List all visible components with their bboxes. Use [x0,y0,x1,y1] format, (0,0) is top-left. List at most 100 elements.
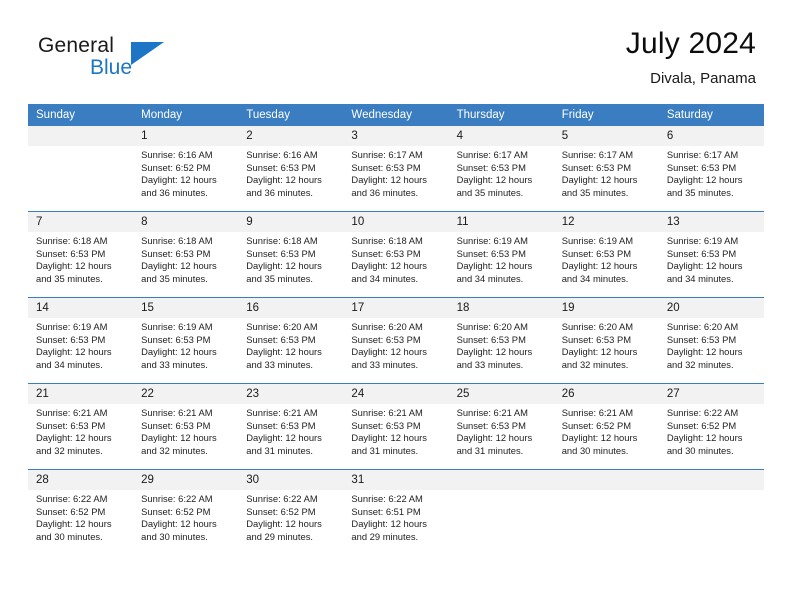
calendar-day[interactable]: 25 Sunrise: 6:21 AM Sunset: 6:53 PM Dayligh… [448,384,554,469]
sunset-time: Sunset: 6:53 PM [246,419,316,431]
calendar-cell: 27 Sunrise: 6:22 AM Sunset: 6:52 PM Dayligh… [658,383,764,470]
sunset-time: Sunset: 6:53 PM [141,247,211,259]
sunset-time: Sunset: 6:53 PM [141,333,211,345]
sunrise-time: Sunrise: 6:22 AM [141,493,213,504]
calendar-cell: 14 Sunrise: 6:19 AM Sunset: 6:53 PM Dayligh… [28,297,134,384]
sunset-time: Sunset: 6:52 PM [36,505,106,517]
sunset-time: Sunset: 6:53 PM [561,247,632,259]
daylight-duration-line2: and 35 minutes. [246,272,313,284]
calendar-day[interactable]: 29 Sunrise: 6:22 AM Sunset: 6:52 PM Dayligh… [133,470,239,555]
sunrise-time: Sunrise: 6:16 AM [246,149,318,160]
calendar-day[interactable]: 9 Sunrise: 6:18 AM Sunset: 6:53 PM Daylight… [238,212,344,297]
calendar-cell: 24 Sunrise: 6:21 AM Sunset: 6:53 PM Dayligh… [343,383,449,470]
sunset-time: Sunset: 6:52 PM [141,505,211,517]
calendar-day[interactable]: 17 Sunrise: 6:20 AM Sunset: 6:53 PM Dayligh… [343,298,449,383]
calendar-day[interactable]: 13 Sunrise: 6:19 AM Sunset: 6:53 PM Dayligh… [658,212,764,297]
daylight-duration-line2: and 32 minutes. [36,444,103,456]
calendar-day[interactable]: 11 Sunrise: 6:19 AM Sunset: 6:53 PM Dayligh… [448,212,554,297]
daylight-duration-line2: and 36 minutes. [141,186,208,198]
sunset-time: Sunset: 6:53 PM [36,419,106,431]
calendar-day[interactable]: 16 Sunrise: 6:20 AM Sunset: 6:53 PM Dayligh… [238,298,344,383]
weekday-header-saturday: Saturday [658,104,764,126]
day-number [553,470,659,490]
calendar-day[interactable]: 1 Sunrise: 6:16 AM Sunset: 6:52 PM Daylight… [133,126,239,211]
calendar-day[interactable]: 10 Sunrise: 6:18 AM Sunset: 6:53 PM Dayligh… [343,212,449,297]
calendar-cell: 10 Sunrise: 6:18 AM Sunset: 6:53 PM Dayligh… [343,211,449,298]
calendar-cell: 13 Sunrise: 6:19 AM Sunset: 6:53 PM Dayligh… [658,211,764,298]
daylight-duration-line1: Daylight: 12 hours [666,174,743,186]
calendar-day[interactable]: 23 Sunrise: 6:21 AM Sunset: 6:53 PM Dayligh… [238,384,344,469]
daylight-duration-line1: Daylight: 12 hours [141,432,217,444]
daylight-duration-line1: Daylight: 12 hours [456,260,533,272]
calendar-day[interactable]: 19 Sunrise: 6:20 AM Sunset: 6:53 PM Dayligh… [553,298,659,383]
calendar-day[interactable]: 31 Sunrise: 6:22 AM Sunset: 6:51 PM Dayligh… [343,470,449,555]
day-sun-info: Sunrise: 6:18 AM Sunset: 6:53 PM Daylight:… [343,232,448,285]
daylight-duration-line1: Daylight: 12 hours [246,346,322,358]
calendar-cell: 15 Sunrise: 6:19 AM Sunset: 6:53 PM Dayligh… [133,297,239,384]
calendar-day[interactable]: 6 Sunrise: 6:17 AM Sunset: 6:53 PM Daylight… [658,126,764,211]
page-title: July 2024 [625,27,756,60]
day-sun-info: Sunrise: 6:16 AM Sunset: 6:52 PM Daylight:… [133,146,238,199]
day-number: 24 [343,384,449,404]
sunrise-time: Sunrise: 6:18 AM [246,235,318,246]
calendar-cell: 12 Sunrise: 6:19 AM Sunset: 6:53 PM Dayligh… [553,211,659,298]
day-number: 9 [238,212,344,232]
daylight-duration-line2: and 29 minutes. [351,530,419,542]
sunset-time: Sunset: 6:53 PM [456,333,526,345]
sunrise-time: Sunrise: 6:21 AM [36,407,108,418]
day-sun-info: Sunrise: 6:22 AM Sunset: 6:52 PM Daylight:… [238,490,343,543]
calendar-day[interactable]: 5 Sunrise: 6:17 AM Sunset: 6:53 PM Daylight… [553,126,659,211]
day-sun-info: Sunrise: 6:22 AM Sunset: 6:52 PM Daylight:… [133,490,238,543]
day-number: 16 [238,298,344,318]
daylight-duration-line1: Daylight: 12 hours [561,432,638,444]
logo-triangle-icon [131,42,164,65]
day-number: 18 [448,298,554,318]
sunrise-time: Sunrise: 6:22 AM [246,493,318,504]
sunrise-time: Sunrise: 6:18 AM [351,235,423,246]
calendar-day[interactable]: 12 Sunrise: 6:19 AM Sunset: 6:53 PM Dayligh… [553,212,659,297]
daylight-duration-line1: Daylight: 12 hours [351,260,427,272]
calendar-week-row: 7 Sunrise: 6:18 AM Sunset: 6:53 PM Daylight… [28,211,764,298]
calendar-cell [553,469,659,555]
calendar-day[interactable]: 15 Sunrise: 6:19 AM Sunset: 6:53 PM Dayligh… [133,298,239,383]
calendar-day[interactable]: 3 Sunrise: 6:17 AM Sunset: 6:53 PM Daylight… [343,126,449,211]
general-blue-logo[interactable]: General Blue [38,34,238,90]
calendar-day[interactable]: 26 Sunrise: 6:21 AM Sunset: 6:52 PM Dayligh… [553,384,659,469]
day-number: 19 [553,298,659,318]
calendar-cell: 5 Sunrise: 6:17 AM Sunset: 6:53 PM Daylight… [553,126,659,212]
sunrise-time: Sunrise: 6:19 AM [456,235,528,246]
calendar-day[interactable]: 20 Sunrise: 6:20 AM Sunset: 6:53 PM Dayligh… [658,298,764,383]
calendar-grid: Sunday Monday Tuesday Wednesday Thursday… [28,104,764,555]
day-sun-info: Sunrise: 6:21 AM Sunset: 6:53 PM Daylight:… [133,404,238,457]
weekday-header-tuesday: Tuesday [238,104,344,126]
calendar-day[interactable]: 30 Sunrise: 6:22 AM Sunset: 6:52 PM Dayligh… [238,470,344,555]
daylight-duration-line1: Daylight: 12 hours [666,260,743,272]
calendar-day[interactable]: 7 Sunrise: 6:18 AM Sunset: 6:53 PM Daylight… [28,212,134,297]
calendar-day[interactable]: 8 Sunrise: 6:18 AM Sunset: 6:53 PM Daylight… [133,212,239,297]
calendar-day[interactable]: 4 Sunrise: 6:17 AM Sunset: 6:53 PM Daylight… [448,126,554,211]
daylight-duration-line2: and 32 minutes. [141,444,208,456]
calendar-day[interactable]: 24 Sunrise: 6:21 AM Sunset: 6:53 PM Dayligh… [343,384,449,469]
calendar-day[interactable]: 28 Sunrise: 6:22 AM Sunset: 6:52 PM Dayligh… [28,470,134,555]
calendar-day[interactable]: 21 Sunrise: 6:21 AM Sunset: 6:53 PM Dayligh… [28,384,134,469]
calendar-day[interactable]: 18 Sunrise: 6:20 AM Sunset: 6:53 PM Dayligh… [448,298,554,383]
day-number: 22 [133,384,239,404]
sunset-time: Sunset: 6:53 PM [456,247,526,259]
day-number [28,126,134,146]
calendar-day[interactable]: 22 Sunrise: 6:21 AM Sunset: 6:53 PM Dayligh… [133,384,239,469]
day-number [658,470,764,490]
calendar-day[interactable]: 2 Sunrise: 6:16 AM Sunset: 6:53 PM Daylight… [238,126,344,211]
sunrise-time: Sunrise: 6:17 AM [561,149,634,160]
daylight-duration-line2: and 35 minutes. [36,272,103,284]
day-sun-info: Sunrise: 6:22 AM Sunset: 6:52 PM Daylight:… [28,490,133,543]
day-number: 15 [133,298,239,318]
calendar-cell: 23 Sunrise: 6:21 AM Sunset: 6:53 PM Dayligh… [238,383,344,470]
calendar-day[interactable]: 14 Sunrise: 6:19 AM Sunset: 6:53 PM Dayligh… [28,298,134,383]
sunset-time: Sunset: 6:53 PM [246,247,316,259]
calendar-day[interactable]: 27 Sunrise: 6:22 AM Sunset: 6:52 PM Dayligh… [658,384,764,469]
day-number: 20 [658,298,764,318]
sunset-time: Sunset: 6:52 PM [561,419,632,431]
day-number: 11 [448,212,554,232]
daylight-duration-line2: and 34 minutes. [351,272,419,284]
daylight-duration-line1: Daylight: 12 hours [36,346,112,358]
